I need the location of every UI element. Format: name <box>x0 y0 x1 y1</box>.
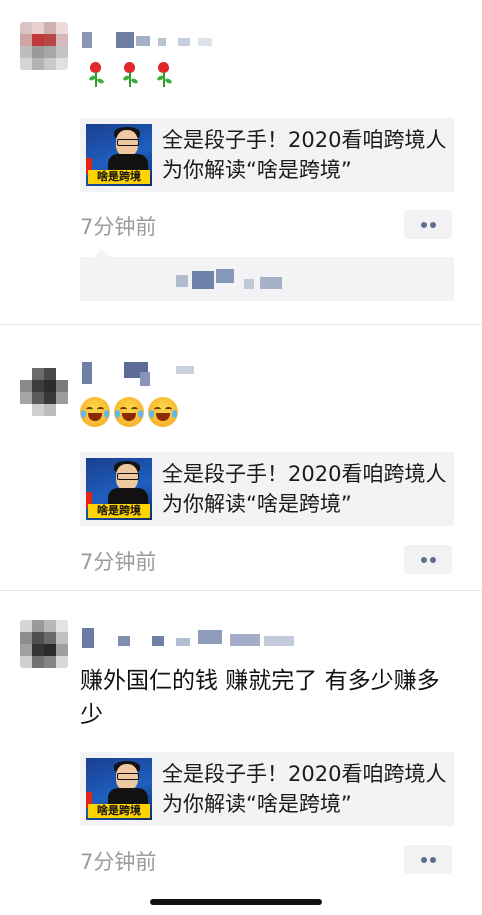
thumbnail-caption: 啥是跨境 <box>88 804 150 818</box>
ellipsis-icon <box>421 857 427 863</box>
nickname-blurred[interactable] <box>80 360 210 386</box>
article-thumbnail: 啥是跨境 <box>86 458 152 520</box>
rose-icon <box>80 60 110 90</box>
more-actions-button[interactable] <box>404 845 452 874</box>
thumbnail-caption: 啥是跨境 <box>88 504 150 518</box>
likes-box <box>80 249 454 301</box>
laughing-crying-face-icon <box>80 397 110 427</box>
avatar[interactable] <box>20 368 68 416</box>
article-title: 全是段子手！2020看咱跨境人为你解读“啥是跨境” <box>162 128 447 182</box>
article-thumbnail: 啥是跨境 <box>86 758 152 820</box>
post-divider <box>0 590 482 591</box>
home-indicator[interactable] <box>150 899 322 905</box>
nickname-blurred[interactable] <box>80 28 240 52</box>
more-actions-button[interactable] <box>404 210 452 239</box>
post-time: 7分钟前 <box>80 850 157 874</box>
thumbnail-caption: 啥是跨境 <box>88 170 150 184</box>
article-thumbnail: 啥是跨境 <box>86 124 152 186</box>
shared-article-card[interactable]: 啥是跨境 全是段子手！2020看咱跨境人为你解读“啥是跨境” <box>80 118 454 192</box>
ellipsis-icon <box>421 222 427 228</box>
emoji-row <box>80 60 178 90</box>
post-time: 7分钟前 <box>80 550 157 574</box>
post-text: 赚外国仁的钱 赚就完了 有多少赚多少 <box>80 668 440 728</box>
laughing-crying-face-icon <box>114 397 144 427</box>
laughing-crying-face-icon <box>148 397 178 427</box>
rose-icon <box>114 60 144 90</box>
shared-article-card[interactable]: 啥是跨境 全是段子手！2020看咱跨境人为你解读“啥是跨境” <box>80 452 454 526</box>
post-time: 7分钟前 <box>80 215 157 239</box>
shared-article-card[interactable]: 啥是跨境 全是段子手！2020看咱跨境人为你解读“啥是跨境” <box>80 752 454 826</box>
ellipsis-icon <box>421 557 427 563</box>
moments-feed: 啥是跨境 全是段子手！2020看咱跨境人为你解读“啥是跨境” 7分钟前 啥是跨境… <box>0 0 482 915</box>
avatar[interactable] <box>20 620 68 668</box>
post-divider <box>0 324 482 325</box>
emoji-row <box>80 397 178 427</box>
article-title: 全是段子手！2020看咱跨境人为你解读“啥是跨境” <box>162 462 447 516</box>
article-title: 全是段子手！2020看咱跨境人为你解读“啥是跨境” <box>162 762 447 816</box>
nickname-blurred[interactable] <box>80 626 310 650</box>
rose-icon <box>148 60 178 90</box>
more-actions-button[interactable] <box>404 545 452 574</box>
avatar[interactable] <box>20 22 68 70</box>
